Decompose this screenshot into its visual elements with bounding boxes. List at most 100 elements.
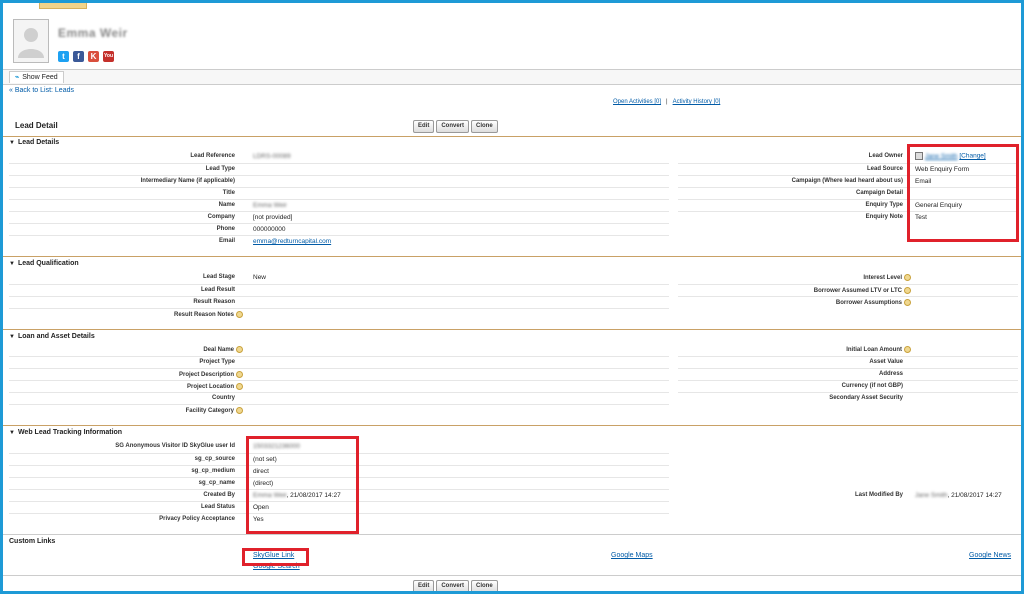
section-lead-qualification[interactable]: ▼ Lead Qualification (9, 260, 79, 267)
person-icon (18, 28, 44, 58)
value-lead-stage: New (253, 274, 267, 281)
help-icon[interactable] (904, 346, 911, 353)
row-divider (678, 356, 1018, 357)
value-name: Emma Weir (253, 202, 287, 209)
row-divider (9, 235, 669, 236)
clone-button[interactable]: Clone (471, 580, 498, 591)
help-icon[interactable] (236, 311, 243, 318)
label-sg-cp-source: sg_cp_source (194, 456, 235, 462)
link-separator: | (666, 99, 668, 105)
label-secondary-asset-security: Secondary Asset Security (829, 395, 903, 401)
value-phone: 000000000 (253, 226, 286, 233)
convert-button[interactable]: Convert (436, 580, 470, 591)
row-divider (9, 392, 669, 393)
label-title: Title (222, 190, 235, 196)
section-title: Lead Details (17, 139, 60, 146)
label-campaign: Campaign (Where lead heard about us) (791, 178, 903, 184)
label-last-modified-by: Last Modified By (854, 492, 903, 498)
highlight-box (907, 144, 1019, 242)
modified-date: , 21/08/2017 14:27 (947, 492, 1002, 499)
label-project-type: Project Type (199, 359, 235, 365)
label-created-by: Created By (203, 492, 235, 498)
label-asset-value: Asset Value (869, 359, 903, 365)
collapse-triangle-icon: ▼ (9, 140, 15, 146)
feed-icon: ⌁ (15, 74, 20, 81)
back-to-list-link[interactable]: « Back to List: Leads (9, 87, 74, 94)
help-icon[interactable] (236, 346, 243, 353)
help-icon[interactable] (236, 371, 243, 378)
label-deal-name: Deal Name (203, 346, 243, 353)
row-divider (678, 368, 1018, 369)
label-lead-owner: Lead Owner (868, 153, 903, 159)
facebook-icon[interactable]: f (73, 51, 84, 62)
google-news-link[interactable]: Google News (969, 552, 1011, 559)
section-title: Loan and Asset Details (17, 333, 95, 340)
modified-by-user[interactable]: Jane Smith (915, 492, 948, 499)
row-divider (9, 211, 669, 212)
highlight-box (242, 548, 309, 566)
label-borrower-ltv: Borrower Assumed LTV or LTC (814, 287, 911, 294)
row-divider (9, 356, 669, 357)
section-title: Web Lead Tracking Information (17, 429, 123, 436)
label-sg-cp-medium: sg_cp_medium (191, 468, 235, 474)
section-divider (3, 425, 1021, 426)
row-divider (9, 380, 669, 381)
value-last-modified-by: Jane Smith, 21/08/2017 14:27 (915, 492, 1002, 499)
help-icon[interactable] (236, 407, 243, 414)
label-campaign-detail: Campaign Detail (855, 190, 903, 196)
row-divider (678, 392, 1018, 393)
youtube-icon[interactable]: You (103, 51, 114, 62)
section-web-tracking[interactable]: ▼ Web Lead Tracking Information (9, 429, 122, 436)
row-divider (678, 380, 1018, 381)
row-divider (9, 404, 669, 405)
show-feed-button[interactable]: ⌁ Show Feed (9, 71, 64, 83)
value-lead-reference: LDRS-00089 (253, 153, 291, 160)
edit-button[interactable]: Edit (413, 120, 435, 133)
label-lead-type: Lead Type (205, 166, 235, 172)
top-tab[interactable] (39, 3, 87, 9)
google-maps-link[interactable]: Google Maps (611, 552, 653, 559)
help-icon[interactable] (904, 274, 911, 281)
label-project-description: Project Description (179, 371, 243, 378)
twitter-icon[interactable]: t (58, 51, 69, 62)
section-lead-details[interactable]: ▼ Lead Details (9, 139, 59, 146)
label-address: Address (878, 371, 903, 377)
label-name: Name (218, 202, 235, 208)
label-privacy-policy: Privacy Policy Acceptance (159, 516, 235, 522)
top-button-row: Edit Convert Clone (413, 120, 500, 133)
label-intermediary-name: Intermediary Name (if applicable) (140, 178, 235, 184)
label-lead-source: Lead Source (866, 166, 903, 172)
person-name: Emma Weir (58, 26, 128, 40)
help-icon[interactable] (904, 287, 911, 294)
label-lead-status: Lead Status (200, 504, 235, 510)
label-initial-loan-amount: Initial Loan Amount (846, 346, 911, 353)
label-email: Email (218, 238, 235, 244)
email-link[interactable]: emma@redturncapital.com (253, 238, 331, 245)
row-divider (9, 199, 669, 200)
label-facility-category: Facility Category (186, 407, 243, 414)
value-company: [not provided] (253, 214, 293, 221)
label-country: Country (212, 395, 235, 401)
bottom-button-row: Edit Convert Clone (413, 580, 500, 591)
row-divider (9, 296, 669, 297)
clone-button[interactable]: Clone (471, 120, 498, 133)
show-feed-label: Show Feed (22, 74, 58, 81)
klout-icon[interactable]: K (88, 51, 99, 62)
section-divider (3, 256, 1021, 257)
edit-button[interactable]: Edit (413, 580, 435, 591)
help-icon[interactable] (236, 383, 243, 390)
label-lead-result: Lead Result (200, 287, 235, 293)
section-divider (3, 575, 1021, 576)
open-activities-link[interactable]: Open Activities [0] (613, 99, 661, 105)
label-lead-stage: Lead Stage (202, 274, 235, 280)
section-divider (3, 534, 1021, 535)
section-title: Lead Qualification (17, 260, 79, 267)
convert-button[interactable]: Convert (436, 120, 470, 133)
row-divider (9, 284, 669, 285)
section-loan-asset[interactable]: ▼ Loan and Asset Details (9, 333, 95, 340)
label-result-reason-notes: Result Reason Notes (174, 311, 243, 318)
activity-history-link[interactable]: Activity History [0] (673, 99, 721, 105)
custom-links-title: Custom Links (9, 538, 56, 545)
label-skyglue-user-id: SG Anonymous Visitor ID SkyGlue user Id (115, 443, 235, 449)
help-icon[interactable] (904, 299, 911, 306)
